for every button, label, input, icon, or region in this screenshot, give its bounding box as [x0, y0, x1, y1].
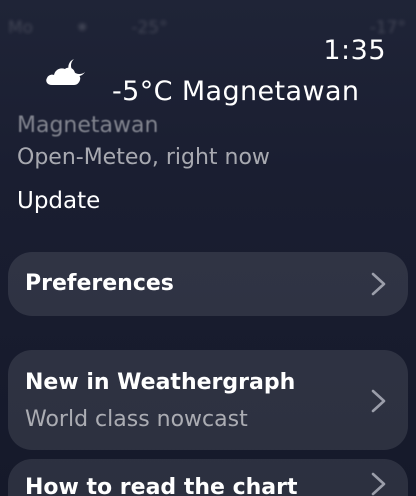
header: 1:35 -5°C Magnetawan: [0, 0, 416, 110]
chevron-right-icon: [371, 472, 386, 496]
update-button[interactable]: Update: [17, 188, 100, 214]
watch-screen: Mo ⁕ -25° -17° 1:35 -5°C Magnetawan Magn…: [0, 0, 416, 496]
preferences-button[interactable]: Preferences: [8, 252, 408, 316]
chevron-right-icon: [371, 389, 386, 413]
how-to-read-chart-title: How to read the chart: [25, 475, 298, 496]
data-source: Open-Meteo, right now: [17, 145, 270, 170]
clock-time: 1:35: [323, 35, 386, 66]
cloud-moon-icon: [46, 59, 85, 85]
location-name: Magnetawan: [17, 113, 159, 138]
how-to-read-chart-button[interactable]: How to read the chart: [8, 459, 408, 496]
whats-new-subtitle: World class nowcast: [25, 407, 248, 432]
whats-new-button[interactable]: New in Weathergraph World class nowcast: [8, 350, 408, 450]
preferences-label: Preferences: [25, 271, 174, 296]
whats-new-title: New in Weathergraph: [25, 370, 296, 395]
chevron-right-icon: [371, 272, 386, 296]
temperature-location: -5°C Magnetawan: [112, 76, 360, 107]
